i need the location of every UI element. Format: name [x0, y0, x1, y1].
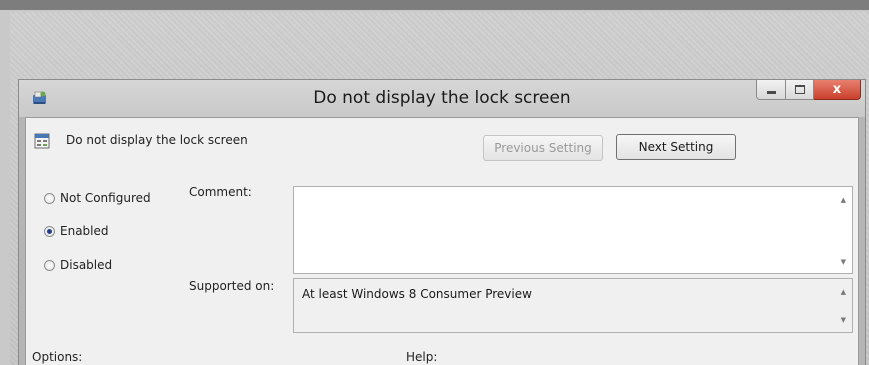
title-bar[interactable]: Do not display the lock screen x	[19, 80, 865, 117]
window-client-area: Do not display the lock screen Previous …	[25, 117, 859, 365]
window-controls: x	[756, 80, 861, 102]
radio-selected-dot	[47, 228, 52, 234]
radio-not-configured-label: Not Configured	[60, 191, 151, 205]
setting-name-heading: Do not display the lock screen	[66, 133, 248, 147]
scroll-down-icon[interactable]: ▼	[841, 259, 846, 266]
scroll-up-icon[interactable]: ▲	[841, 197, 846, 204]
next-setting-button[interactable]: Next Setting	[616, 134, 736, 160]
radio-enabled[interactable]: Enabled	[44, 224, 109, 238]
comment-field[interactable]: ▲ ▼	[293, 186, 853, 274]
policy-setting-window: Do not display the lock screen x Do not …	[18, 79, 866, 365]
maximize-icon	[794, 85, 805, 94]
supported-on-label: Supported on:	[189, 279, 275, 293]
supported-on-field[interactable]: At least Windows 8 Consumer Preview ▲ ▼	[293, 278, 853, 333]
radio-disabled-label: Disabled	[60, 258, 113, 272]
scroll-up-icon[interactable]: ▲	[841, 289, 846, 296]
previous-setting-button[interactable]: Previous Setting	[483, 135, 603, 161]
help-section-label: Help:	[406, 350, 438, 364]
radio-enabled-label: Enabled	[60, 224, 109, 238]
minimize-button[interactable]	[756, 80, 786, 100]
radio-disabled[interactable]: Disabled	[44, 258, 112, 272]
supported-on-value: At least Windows 8 Consumer Preview	[302, 287, 532, 301]
window-title: Do not display the lock screen	[313, 88, 571, 108]
scroll-down-icon[interactable]: ▼	[841, 317, 846, 324]
maximize-button[interactable]	[786, 80, 814, 100]
close-button[interactable]: x	[814, 80, 861, 100]
comment-label: Comment:	[189, 185, 252, 199]
policy-setting-icon	[34, 133, 50, 149]
radio-enabled-control[interactable]	[44, 225, 55, 237]
radio-not-configured[interactable]: Not Configured	[44, 191, 151, 205]
close-icon: x	[832, 82, 842, 97]
minimize-icon	[766, 91, 776, 94]
radio-disabled-control[interactable]	[44, 259, 55, 271]
options-section-label: Options:	[32, 350, 83, 364]
radio-not-configured-control[interactable]	[44, 192, 55, 204]
